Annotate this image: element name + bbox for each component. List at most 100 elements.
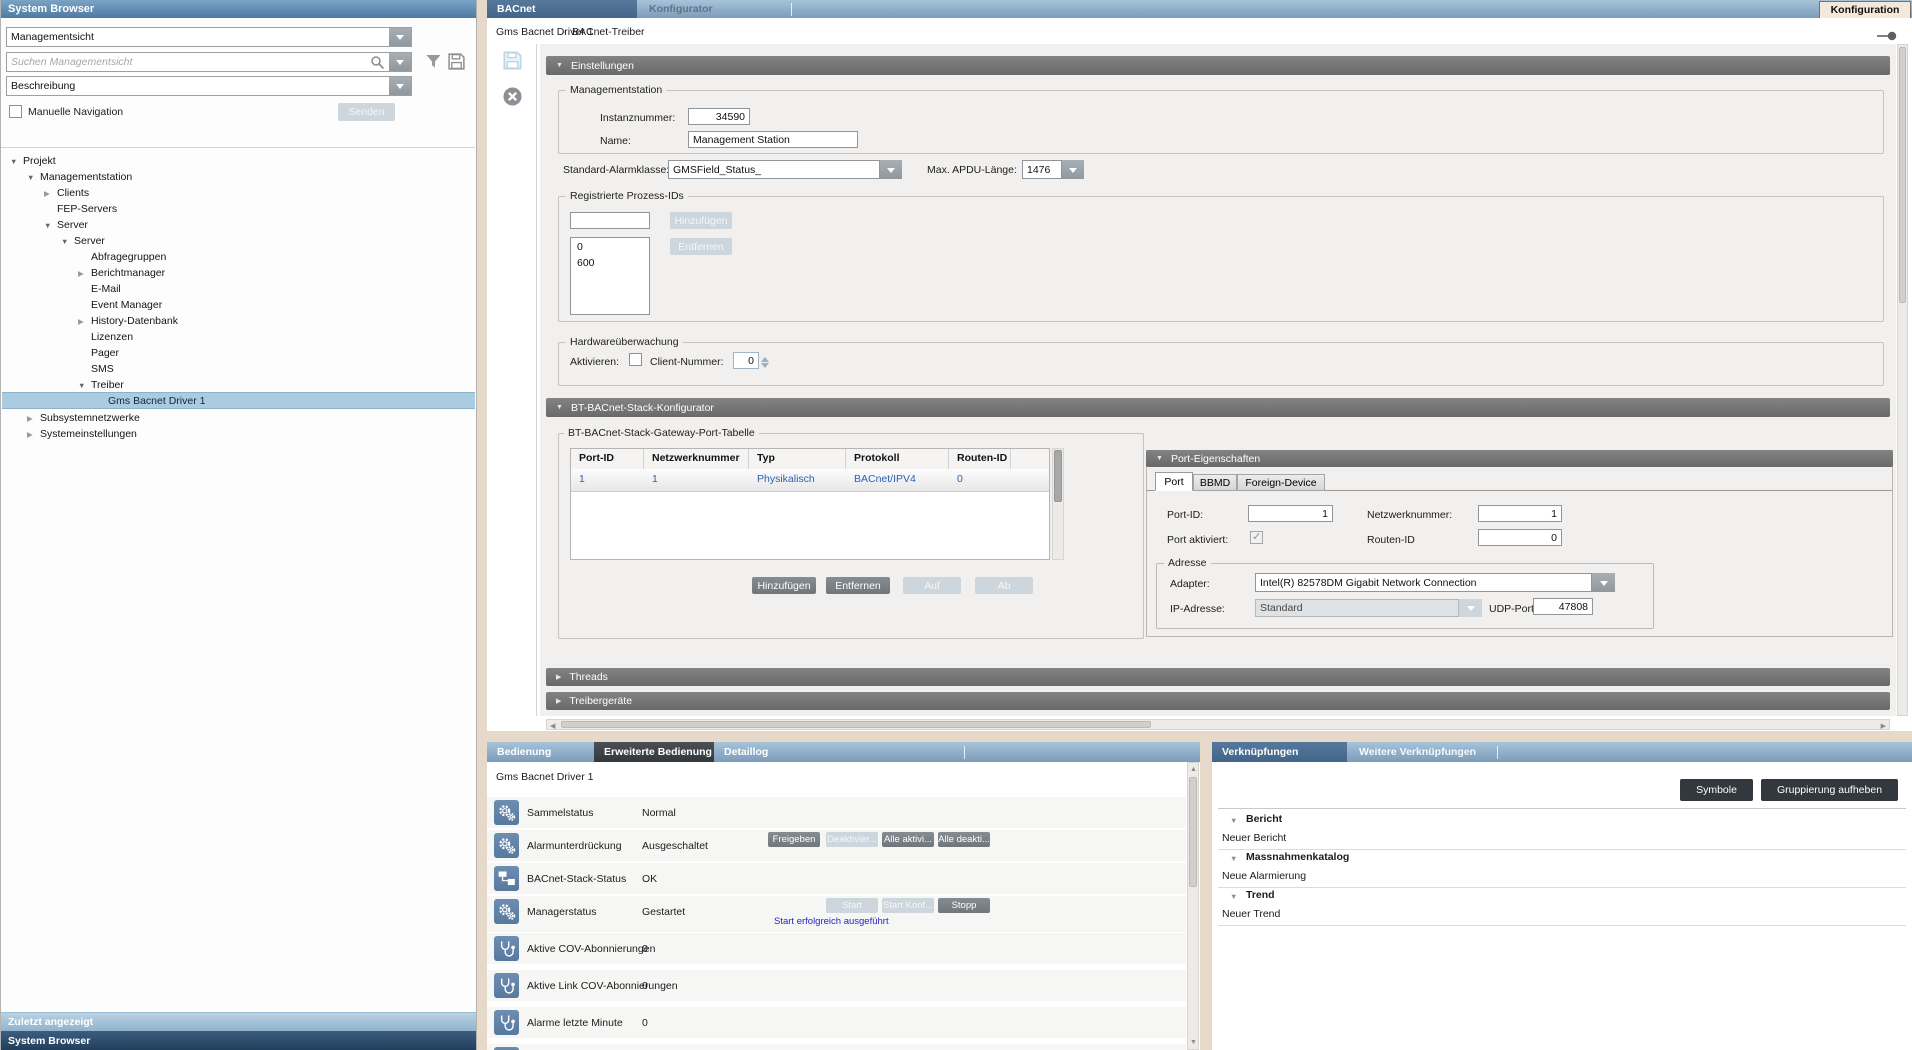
table-remove-button[interactable]: Entfernen bbox=[826, 577, 890, 594]
save-icon[interactable] bbox=[502, 50, 523, 71]
tab-konfigurator[interactable]: Konfigurator bbox=[639, 0, 789, 18]
collapsed-icon[interactable]: ▶ bbox=[78, 317, 91, 326]
group-expanded-icon[interactable]: ▼ bbox=[1230, 854, 1237, 863]
tab-verknuepfungen[interactable]: Verknüpfungen bbox=[1212, 742, 1347, 762]
tree-item[interactable]: E-Mail bbox=[91, 281, 121, 297]
column-header[interactable]: Netzwerknummer bbox=[644, 449, 749, 469]
symbole-button[interactable]: Symbole bbox=[1680, 779, 1753, 801]
tab-bedienung[interactable]: Bedienung bbox=[487, 742, 594, 762]
link-item[interactable]: Neue Alarmierung bbox=[1222, 870, 1306, 882]
workspace-vertical-scrollbar[interactable] bbox=[1897, 44, 1908, 716]
tree-item[interactable]: ▼Projekt bbox=[10, 153, 56, 169]
spinner-up-icon[interactable] bbox=[761, 353, 769, 362]
operation-row[interactable]: Managerstatus Gestartet Start Start Konf… bbox=[487, 896, 1186, 932]
tree-item-selected[interactable]: Gms Bacnet Driver 1 bbox=[108, 393, 205, 409]
ip-adresse-dropdown[interactable]: Standard bbox=[1255, 599, 1459, 617]
link-item[interactable]: Neuer Trend bbox=[1222, 908, 1280, 920]
stopp-button[interactable]: Stopp bbox=[938, 898, 990, 913]
mode-tab-konfiguration[interactable]: Konfiguration bbox=[1819, 1, 1911, 18]
start-konf-button[interactable]: Start Konf... bbox=[882, 898, 934, 913]
apdu-dropdown-arrow-icon[interactable] bbox=[1062, 160, 1084, 179]
client-nummer-spinner[interactable]: 0 bbox=[733, 352, 759, 369]
operation-row[interactable]: Alarme letzte Minute 0 bbox=[487, 1007, 1186, 1038]
expanded-icon[interactable]: ▼ bbox=[78, 381, 91, 390]
tab-erweiterte-bedienung[interactable]: Erweiterte Bedienung bbox=[594, 742, 714, 762]
listbox-item[interactable]: 0 bbox=[571, 238, 649, 253]
view-dropdown[interactable]: Managementsicht bbox=[6, 27, 412, 47]
instanznummer-input[interactable]: 34590 bbox=[688, 108, 750, 125]
link-group-header[interactable]: Trend bbox=[1246, 889, 1275, 901]
expanded-icon[interactable]: ▼ bbox=[27, 173, 40, 182]
expanded-icon[interactable]: ▼ bbox=[44, 221, 57, 230]
tree-item[interactable]: ▼Managementstation bbox=[27, 169, 132, 185]
description-dropdown-arrow-icon[interactable] bbox=[389, 77, 411, 95]
manual-navigation-checkbox[interactable] bbox=[9, 105, 22, 118]
search-input[interactable]: Suchen Managementsicht bbox=[6, 52, 412, 72]
section-einstellungen-header[interactable]: ▼ Einstellungen bbox=[546, 56, 1890, 75]
alle-aktivieren-button[interactable]: Alle aktivi... bbox=[882, 832, 934, 847]
listbox-item[interactable]: 600 bbox=[571, 253, 649, 269]
section-expanded-icon[interactable]: ▼ bbox=[556, 404, 563, 411]
alle-deaktivieren-button[interactable]: Alle deakti... bbox=[938, 832, 990, 847]
tree-item[interactable]: ▼Server bbox=[44, 217, 88, 233]
section-expanded-icon[interactable]: ▼ bbox=[1156, 455, 1163, 462]
pin-icon[interactable] bbox=[1876, 30, 1898, 42]
tree-item[interactable]: ▼Treiber bbox=[78, 377, 124, 393]
freigeben-button[interactable]: Freigeben bbox=[768, 832, 820, 847]
port-table-scrollbar[interactable] bbox=[1052, 448, 1064, 560]
adapter-dropdown[interactable]: Intel(R) 82578DM Gigabit Network Connect… bbox=[1255, 573, 1592, 592]
tree-item[interactable]: ▶Clients bbox=[44, 185, 89, 201]
cancel-icon[interactable] bbox=[502, 86, 523, 107]
tab-bacnet[interactable]: BACnet bbox=[487, 0, 637, 18]
column-header[interactable]: Protokoll bbox=[846, 449, 949, 469]
operation-row[interactable]: Sammelstatus Normal bbox=[487, 797, 1186, 828]
udp-port-input[interactable]: 47808 bbox=[1533, 598, 1593, 615]
tab-bbmd[interactable]: BBMD bbox=[1193, 474, 1237, 491]
alarmklasse-dropdown[interactable]: GMSField_Status_ bbox=[668, 160, 880, 179]
deaktivieren-button[interactable]: Deaktivier... bbox=[826, 832, 878, 847]
alarmklasse-dropdown-arrow-icon[interactable] bbox=[880, 160, 902, 179]
port-table-row-selected[interactable]: 1 1 Physikalisch BACnet/IPV4 0 bbox=[571, 469, 1049, 492]
expanded-icon[interactable]: ▼ bbox=[10, 157, 23, 166]
group-expanded-icon[interactable]: ▼ bbox=[1230, 816, 1237, 825]
group-expanded-icon[interactable]: ▼ bbox=[1230, 892, 1237, 901]
port-id-input[interactable]: 1 bbox=[1248, 505, 1333, 522]
collapsed-icon[interactable]: ▶ bbox=[78, 269, 91, 278]
apdu-dropdown[interactable]: 1476 bbox=[1022, 160, 1062, 179]
tree-item[interactable]: FEP-Servers bbox=[57, 201, 117, 217]
tree-item[interactable]: Pager bbox=[91, 345, 119, 361]
collapsed-icon[interactable]: ▶ bbox=[44, 189, 57, 198]
tree-item[interactable]: ▶History-Datenbank bbox=[78, 313, 178, 329]
operation-row[interactable]: BACnet-Stack-Status OK bbox=[487, 863, 1186, 894]
section-expanded-icon[interactable]: ▼ bbox=[556, 62, 563, 69]
table-add-button[interactable]: Hinzufügen bbox=[752, 577, 816, 594]
system-browser-bottom-bar[interactable]: System Browser bbox=[1, 1031, 476, 1050]
operation-row[interactable]: Aktive COV-Abonnierungen 0 bbox=[487, 933, 1186, 964]
operation-row[interactable]: Alarmunterdrückung Ausgeschaltet Freigeb… bbox=[487, 830, 1186, 861]
link-item[interactable]: Neuer Bericht bbox=[1222, 832, 1286, 844]
name-input[interactable]: Management Station bbox=[688, 131, 858, 148]
tree-item[interactable]: ▶Subsystemnetzwerke bbox=[27, 410, 140, 426]
table-down-button[interactable]: Ab bbox=[975, 577, 1033, 594]
description-dropdown[interactable]: Beschreibung bbox=[6, 76, 412, 96]
view-dropdown-arrow-icon[interactable] bbox=[389, 28, 411, 46]
tree-item[interactable]: Abfragegruppen bbox=[91, 249, 166, 265]
table-up-button[interactable]: Auf bbox=[903, 577, 961, 594]
tree-item[interactable]: ▼Server bbox=[61, 233, 105, 249]
tab-foreign-device[interactable]: Foreign-Device bbox=[1237, 474, 1325, 491]
aktivieren-checkbox[interactable] bbox=[629, 353, 642, 366]
start-button[interactable]: Start bbox=[826, 898, 878, 913]
prozess-add-button[interactable]: Hinzufügen bbox=[670, 212, 732, 229]
operations-scrollbar[interactable]: ▲ ▼ bbox=[1187, 762, 1199, 1050]
tab-weitere-verknuepfungen[interactable]: Weitere Verknüpfungen bbox=[1349, 742, 1494, 762]
gruppierung-aufheben-button[interactable]: Gruppierung aufheben bbox=[1761, 779, 1898, 801]
recently-viewed-bar[interactable]: Zuletzt angezeigt bbox=[1, 1012, 476, 1031]
netzwerknummer-input[interactable]: 1 bbox=[1478, 505, 1562, 522]
port-properties-header[interactable]: ▼ Port-Eigenschaften bbox=[1146, 450, 1893, 467]
spinner-down-icon[interactable] bbox=[761, 363, 769, 372]
section-threads-header[interactable]: ▶ Threads bbox=[546, 668, 1890, 686]
expanded-icon[interactable]: ▼ bbox=[61, 237, 74, 246]
prozess-id-listbox[interactable]: 0 600 bbox=[570, 237, 650, 315]
prozess-remove-button[interactable]: Entfernen bbox=[670, 238, 732, 255]
routen-id-input[interactable]: 0 bbox=[1478, 529, 1562, 546]
